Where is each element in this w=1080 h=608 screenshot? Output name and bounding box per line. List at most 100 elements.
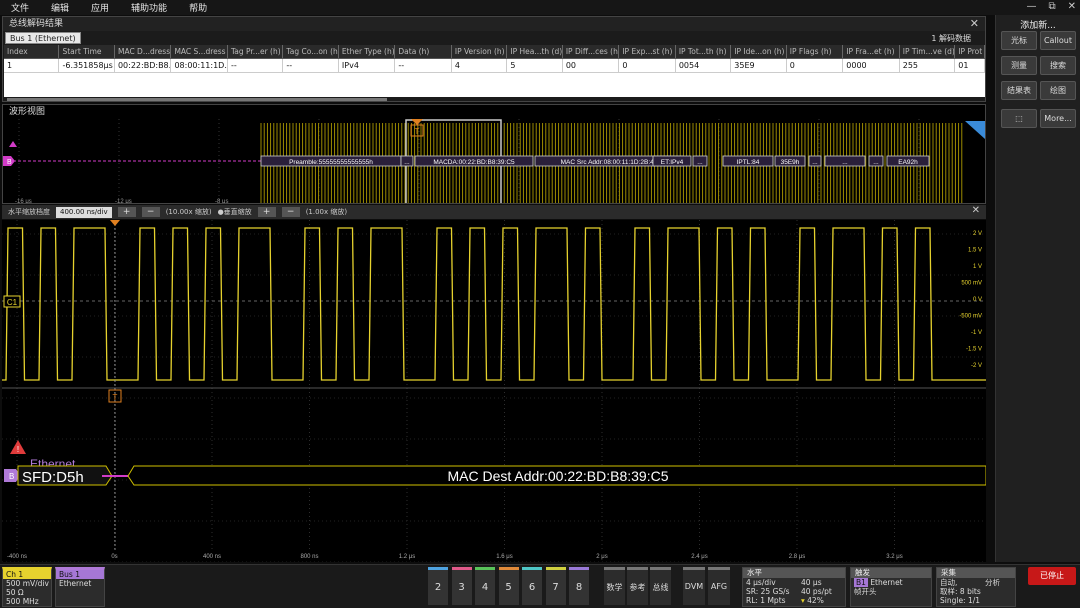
table-cell: 1 (4, 59, 60, 72)
results-table-button[interactable]: 结果表 (1001, 81, 1037, 100)
overview-plot[interactable]: Preamble:55555555555555h... MACDA:00:22:B… (3, 119, 985, 203)
table-cell: -6.351858μs (59, 59, 115, 72)
table-header-cell[interactable]: Ether Type (h) (339, 45, 396, 58)
math-button[interactable]: 数学 (604, 567, 625, 605)
ch1-badge[interactable]: Ch 1 500 mV/div 50 Ω 500 MHz (2, 567, 52, 607)
search-button[interactable]: 搜索 (1040, 56, 1076, 75)
menu-accessibility[interactable]: 辅助功能 (120, 1, 178, 14)
ch1-head: Ch 1 (3, 570, 51, 579)
channel-3-button[interactable]: 3 (451, 567, 472, 605)
waveform-panel-title: 波形视图 (9, 107, 46, 117)
zoom-box-icon[interactable]: ⬚ (1001, 109, 1037, 128)
run-stop-button[interactable]: 已停止 (1028, 567, 1076, 585)
bus-button[interactable]: 总线 (650, 567, 671, 605)
zoom-toolbar: 水平缩放档度 400.00 ns/div + − (10.00x 缩放) ●垂直… (2, 205, 986, 219)
main-plot[interactable]: 2 V 1.5 V 1 V 500 mV 0 V -500 mV -1 V -1.5 V -2 … (2, 220, 987, 563)
acquisition-head: 采集 (937, 568, 1015, 578)
time-label: -16 μs (15, 199, 32, 203)
ch1-scale: 500 mV/div (6, 579, 49, 588)
more-button[interactable]: More... (1040, 109, 1076, 128)
close-icon[interactable]: ✕ (1068, 1, 1076, 12)
table-cell: 35E9 (731, 59, 787, 72)
packet-label: Preamble:55555555555555h (289, 159, 373, 166)
bus1-head: Bus 1 (56, 570, 104, 579)
restore-icon[interactable]: ⧉ (1048, 1, 1055, 12)
table-cell: 0054 (676, 59, 732, 72)
time-tick-label: 2.8 μs (789, 554, 805, 560)
time-tick-label: 800 ns (300, 554, 318, 560)
ch1-impedance: 50 Ω (6, 588, 24, 597)
menu-file[interactable]: 文件 (0, 1, 40, 14)
horizontal-badge[interactable]: 水平 4 μs/div 40 μs SR: 25 GS/s 40 ps/pt RL:… (742, 567, 846, 607)
h-zoom-value[interactable]: 400.00 ns/div (56, 206, 112, 218)
table-header-cell[interactable]: IP Tim...ve (d) (900, 45, 956, 58)
decode-results-panel: 总线解码结果 ✕ Bus 1 (Ethernet) 1 解码数据 Index St… (2, 16, 986, 102)
table-header-cell[interactable]: IP Diff...ces (h) (563, 45, 620, 58)
trigger-type: Ethernet (870, 578, 903, 587)
warning-label: ! (17, 445, 19, 454)
acquisition-badge[interactable]: 采集 自动, 分析 取样: 8 bits Single: 1/1 (936, 567, 1016, 607)
ch1-bandwidth: 500 MHz (6, 597, 39, 606)
tab-bus1[interactable]: Bus 1 (Ethernet) (5, 32, 81, 44)
time-tick-label: 400 ns (203, 554, 221, 560)
close-icon[interactable]: ✕ (970, 17, 979, 30)
decode-table: Index Start Time MAC D...dress MAC S...dres… (4, 45, 985, 97)
table-header-cell[interactable]: IP Exp...st (h) (619, 45, 676, 58)
trigger-source: B1 (854, 578, 868, 587)
h-zoom-minus-button[interactable]: − (141, 207, 160, 217)
h-zoom-plus-button[interactable]: + (117, 207, 136, 217)
table-header-cell[interactable]: MAC S...dress (171, 45, 228, 58)
table-header-cell[interactable]: Data (h) (395, 45, 452, 58)
channel-2-button[interactable]: 2 (428, 567, 448, 605)
channel-7-button[interactable]: 7 (545, 567, 566, 605)
table-header-cell[interactable]: IP Hea...th (d) (507, 45, 563, 58)
menu-apps[interactable]: 应用 (80, 1, 120, 14)
menu-help[interactable]: 帮助 (178, 1, 218, 14)
table-header-cell[interactable]: IP Flags (h) (787, 45, 844, 58)
horizontal-scrollbar[interactable] (7, 98, 387, 101)
trigger-marker-label: T (113, 393, 118, 402)
trigger-arrow-icon (110, 220, 120, 226)
table-header-cell[interactable]: IP Ide...on (h) (731, 45, 787, 58)
plot-button[interactable]: 绘图 (1040, 81, 1076, 100)
table-header-cell[interactable]: Index (4, 45, 60, 58)
packet-label: IPTL:84 (737, 159, 760, 166)
table-header-cell[interactable]: IP Version (h) (452, 45, 508, 58)
table-header-cell[interactable]: MAC D...dress (115, 45, 172, 58)
menu-edit[interactable]: 编辑 (40, 1, 80, 14)
table-header-cell[interactable]: Tag Pr...er (h) (228, 45, 284, 58)
channel-4-button[interactable]: 4 (475, 567, 495, 605)
mac-dest-label: MAC Dest Addr:00:22:BD:B8:39:C5 (448, 468, 669, 484)
zoom-display[interactable]: 2 V 1.5 V 1 V 500 mV 0 V -500 mV -1 V -1.5 V -2 … (2, 220, 987, 563)
v-tick-label: 2 V (973, 231, 982, 237)
channel-6-button[interactable]: 6 (522, 567, 542, 605)
cursor-button[interactable]: 光标 (1001, 31, 1037, 50)
v-zoom-minus-button[interactable]: − (281, 207, 300, 217)
dvm-button[interactable]: DVM (683, 567, 705, 605)
channel-5-button[interactable]: 5 (498, 567, 519, 605)
table-row[interactable]: 1 -6.351858μs 00:22:BD:B8... 08:00:11:1D...… (4, 59, 985, 73)
afg-button[interactable]: AFG (708, 567, 730, 605)
table-header-cell[interactable]: Start Time (59, 45, 115, 58)
measure-button[interactable]: 测量 (1001, 56, 1037, 75)
table-header-cell[interactable]: IP Prot (955, 45, 985, 58)
minimize-icon[interactable]: — (1026, 1, 1036, 12)
reference-button[interactable]: 参考 (627, 567, 648, 605)
record-time: 40 μs (801, 578, 822, 587)
v-tick-label: -500 mV (959, 314, 982, 320)
time-tick-label: 0s (111, 554, 117, 560)
bus1-badge[interactable]: Bus 1 Ethernet (55, 567, 105, 607)
table-header-cell[interactable]: Tag Co...on (h) (283, 45, 339, 58)
sample-rate: SR: 25 GS/s (746, 587, 790, 596)
channel-8-button[interactable]: 8 (569, 567, 589, 605)
acq-analyze: 分析 (985, 578, 1000, 587)
time-label: -12 μs (115, 199, 132, 203)
v-zoom-plus-button[interactable]: + (257, 207, 276, 217)
table-header-cell[interactable]: IP Fra...et (h) (843, 45, 900, 58)
close-icon[interactable]: ✕ (972, 205, 980, 216)
callout-button[interactable]: Callout (1040, 31, 1076, 50)
trigger-badge[interactable]: 触发 B1 Ethernet 帧开头 (850, 567, 932, 607)
table-header-cell[interactable]: IP Tot...th (h) (676, 45, 732, 58)
acq-bits: 取样: 8 bits (940, 587, 981, 596)
bus1-protocol: Ethernet (59, 579, 92, 588)
